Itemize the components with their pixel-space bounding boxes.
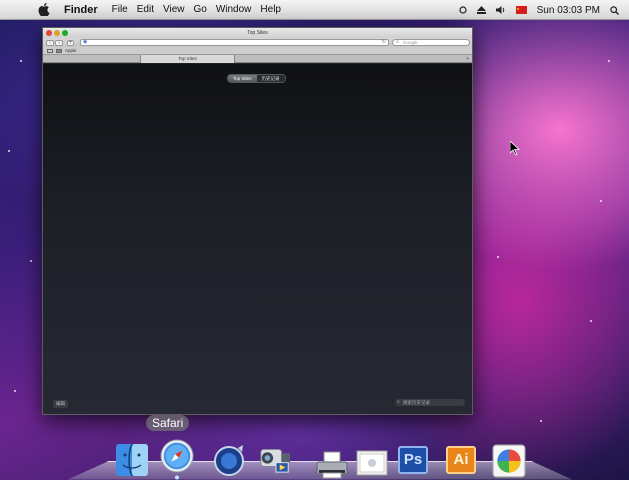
- preview-icon[interactable]: [355, 446, 389, 480]
- segment-top-sites[interactable]: Top Sites: [228, 75, 257, 82]
- minimize-button[interactable]: [54, 30, 60, 36]
- clock[interactable]: Sun 03:03 PM: [537, 5, 600, 16]
- finder-icon[interactable]: [115, 443, 149, 477]
- reload-icon[interactable]: ↻: [382, 40, 386, 45]
- safari-toolbar: ‹ › + ◉ ↻ ⌕ Google: [43, 38, 472, 47]
- running-indicator: [174, 475, 180, 480]
- search-icon: ⌕: [397, 399, 400, 406]
- sync-icon[interactable]: [459, 6, 467, 14]
- dock-tooltip: Safari: [146, 415, 189, 431]
- window-titlebar[interactable]: Top Sites: [43, 28, 472, 38]
- menu-edit[interactable]: Edit: [137, 4, 154, 15]
- menu-file[interactable]: File: [112, 4, 128, 15]
- volume-icon[interactable]: [496, 6, 506, 14]
- menu-view[interactable]: View: [163, 4, 185, 15]
- flag-icon[interactable]: [516, 6, 527, 14]
- quicktime-icon[interactable]: [212, 443, 246, 477]
- history-search-field[interactable]: ⌕ 搜索历史记录: [395, 399, 465, 406]
- zoom-button[interactable]: [62, 30, 68, 36]
- segment-history[interactable]: 历史记录: [257, 75, 285, 82]
- safari-icon[interactable]: [160, 439, 194, 473]
- menu-help[interactable]: Help: [260, 4, 281, 15]
- history-search-placeholder: 搜索历史记录: [403, 400, 430, 405]
- forward-button[interactable]: ›: [55, 40, 63, 46]
- imovie-icon[interactable]: [258, 440, 292, 474]
- new-tab-button[interactable]: +: [466, 55, 469, 63]
- mouse-cursor-icon: [510, 141, 520, 156]
- star: [608, 60, 610, 62]
- star: [600, 200, 602, 202]
- star: [590, 320, 592, 322]
- star: [14, 390, 16, 392]
- star: [30, 260, 32, 262]
- safari-window: Top Sites ‹ › + ◉ ↻ ⌕ Google Apple Top S…: [42, 27, 473, 415]
- menu-app-name[interactable]: Finder: [64, 4, 98, 16]
- bookmarks-icon[interactable]: [56, 49, 62, 53]
- printer-icon[interactable]: [315, 448, 349, 480]
- photos-icon[interactable]: [492, 444, 526, 478]
- address-field[interactable]: ◉ ↻: [80, 39, 389, 46]
- search-icon: ⌕: [396, 40, 399, 45]
- top-sites-view: Top Sites 历史记录 编辑 ⌕ 搜索历史记录: [43, 64, 472, 414]
- close-button[interactable]: [46, 30, 52, 36]
- illustrator-icon[interactable]: Ai: [446, 446, 476, 474]
- back-button[interactable]: ‹: [46, 40, 54, 46]
- edit-button[interactable]: 编辑: [53, 400, 68, 408]
- photoshop-icon[interactable]: Ps: [398, 446, 428, 474]
- bookmark-apple[interactable]: Apple: [65, 48, 77, 53]
- eject-icon[interactable]: [477, 6, 486, 14]
- view-switcher: Top Sites 历史记录: [227, 74, 286, 83]
- search-field[interactable]: ⌕ Google: [392, 39, 470, 46]
- spotlight-icon[interactable]: [610, 6, 619, 15]
- window-title: Top Sites: [247, 30, 268, 36]
- apple-icon[interactable]: [38, 3, 50, 16]
- reading-list-icon[interactable]: [47, 49, 53, 53]
- tab-top-sites[interactable]: Top Sites: [140, 55, 235, 63]
- menu-bar: Finder File Edit View Go Window Help Sun…: [0, 0, 629, 20]
- tab-bar: Top Sites +: [43, 55, 472, 63]
- star: [497, 256, 499, 258]
- globe-icon: ◉: [83, 40, 87, 45]
- star: [8, 150, 10, 152]
- star: [20, 60, 22, 62]
- menu-window[interactable]: Window: [216, 4, 252, 15]
- search-placeholder: Google: [403, 40, 418, 45]
- star: [540, 420, 542, 422]
- menu-go[interactable]: Go: [193, 4, 206, 15]
- add-bookmark-button[interactable]: +: [67, 40, 74, 46]
- bookmarks-bar: Apple: [43, 47, 472, 55]
